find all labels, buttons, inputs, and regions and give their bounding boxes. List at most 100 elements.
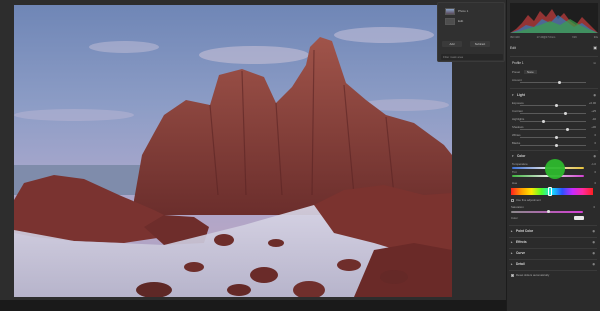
chevron-right-icon: ▸ <box>511 240 513 244</box>
browse-profiles-icon[interactable]: ⊞ <box>593 61 596 65</box>
eye-icon[interactable]: ◉ <box>592 262 595 266</box>
whites-slider[interactable]: Whites 0 <box>512 133 596 139</box>
slider-value[interactable]: 0 <box>594 181 596 185</box>
profile-title: Profile 1 <box>512 61 524 65</box>
fine-adjust-checkbox[interactable] <box>511 199 514 202</box>
slider-track <box>520 104 586 106</box>
eye-icon[interactable]: ◉ <box>592 240 595 244</box>
iso-value: ISO 100 <box>510 36 520 39</box>
slider-value[interactable]: 0 <box>594 133 596 137</box>
section-title: Effects <box>516 240 527 244</box>
slider-knob[interactable] <box>555 103 558 107</box>
mask-filter-field[interactable]: Filter mask area <box>441 54 503 60</box>
photo-preview[interactable] <box>14 5 452 297</box>
point-color-section-header[interactable]: ▸ Point Color ◉ <box>511 229 595 235</box>
add-mask-button[interactable]: Add <box>442 41 462 47</box>
slider-value[interactable]: -1.0 <box>591 162 596 166</box>
slider-track <box>520 128 586 130</box>
hue-selector[interactable] <box>548 187 552 196</box>
masks-panel[interactable]: Photo 1 Edit Add Subtract Filter mask ar… <box>437 2 505 62</box>
mask-toggle-icon[interactable]: ▣ <box>593 45 597 50</box>
chevron-right-icon: ▸ <box>511 251 513 255</box>
divider <box>509 248 597 249</box>
slider-track <box>520 81 586 83</box>
slider-label: Temperature <box>512 162 528 166</box>
saturation-knob[interactable] <box>547 209 550 213</box>
chevron-down-icon: ▾ <box>512 154 514 158</box>
divider <box>509 270 597 271</box>
preset-dropdown[interactable]: None <box>524 70 537 74</box>
eye-icon[interactable]: ◉ <box>592 251 595 255</box>
slider-label: Tint <box>512 170 517 174</box>
edit-title: Edit <box>510 46 516 50</box>
section-title: Curve <box>516 251 526 255</box>
chevron-right-icon: ▸ <box>511 262 513 266</box>
reset-sliders-checkbox[interactable] <box>511 274 514 277</box>
eye-icon[interactable]: ◉ <box>593 93 596 97</box>
blacks-slider[interactable]: Blacks 0 <box>512 141 596 147</box>
eye-icon[interactable]: ◉ <box>592 229 595 233</box>
slider-knob[interactable] <box>555 143 558 147</box>
divider <box>510 88 598 89</box>
slider-label: Saturation <box>511 205 524 209</box>
highlights-slider[interactable]: Highlights -40 <box>512 117 596 123</box>
mask-row-label: Photo 1 <box>458 9 469 13</box>
hue-row[interactable]: Hue 0 <box>512 181 596 186</box>
slider-value[interactable]: 0 <box>594 170 596 174</box>
hue-spectrum[interactable] <box>511 188 593 195</box>
section-title: Detail <box>516 262 525 266</box>
slider-knob[interactable] <box>564 111 567 115</box>
slider-track <box>520 136 586 138</box>
color-label: Color <box>511 216 518 220</box>
slider-value[interactable]: +25 <box>591 109 596 113</box>
fine-adjust-label: Use fine adjustment <box>516 198 541 202</box>
saturation-slider[interactable]: Saturation 0 <box>511 205 595 210</box>
color-title: Color <box>517 154 526 158</box>
light-title: Light <box>517 93 525 97</box>
contrast-slider[interactable]: Contrast +25 <box>512 109 596 115</box>
slider-knob[interactable] <box>542 119 545 123</box>
amount-slider[interactable]: Amount <box>512 78 596 84</box>
slider-label: Blacks <box>512 141 521 145</box>
detail-section-header[interactable]: ▸ Detail ◉ <box>511 262 595 268</box>
exposure-slider[interactable]: Exposure +0.00 <box>512 101 596 107</box>
mask-row-label: Edit <box>458 19 464 23</box>
slider-knob[interactable] <box>555 135 558 139</box>
slider-value[interactable]: +0.00 <box>589 101 596 105</box>
filmstrip-bar <box>0 300 506 311</box>
mask-thumbnail <box>445 18 455 25</box>
slider-value[interactable]: +30 <box>591 125 596 129</box>
slider-value[interactable]: -40 <box>592 117 596 121</box>
preset-label: Preset <box>512 70 521 74</box>
divider <box>509 225 597 226</box>
shadows-slider[interactable]: Shadows +30 <box>512 125 596 131</box>
slider-label: Hue <box>512 181 518 185</box>
slider-knob[interactable] <box>558 80 561 84</box>
slider-value[interactable]: 0 <box>593 205 595 209</box>
mask-row-photo[interactable]: Photo 1 <box>441 7 503 16</box>
mask-thumbnail <box>445 8 455 15</box>
lens-value: 17-40@17.0mm <box>536 36 556 39</box>
slider-track <box>520 144 586 146</box>
reset-sliders-label: Reset sliders automatically <box>516 273 550 277</box>
light-section-header[interactable]: ▾ Light ◉ <box>512 93 596 99</box>
image-canvas[interactable]: Photo 1 Edit Add Subtract Filter mask ar… <box>0 0 506 311</box>
effects-section-header[interactable]: ▸ Effects ◉ <box>511 240 595 246</box>
landscape-photo <box>14 5 452 297</box>
eye-icon[interactable]: ◉ <box>593 154 596 158</box>
shutter-value: 30s <box>593 36 598 39</box>
chevron-down-icon: ▾ <box>512 93 514 97</box>
divider <box>509 259 597 260</box>
edit-header: Edit ▣ <box>510 45 598 54</box>
slider-track <box>520 112 586 114</box>
subtract-mask-button[interactable]: Subtract <box>470 41 490 47</box>
mask-row-edit[interactable]: Edit <box>441 17 503 26</box>
click-indicator <box>545 159 565 179</box>
divider <box>510 56 598 57</box>
color-swatch[interactable] <box>574 216 584 220</box>
slider-value[interactable]: 0 <box>594 141 596 145</box>
curve-section-header[interactable]: ▸ Curve ◉ <box>511 251 595 257</box>
slider-knob[interactable] <box>566 127 569 131</box>
preset-row[interactable]: Preset None <box>512 70 596 75</box>
divider <box>510 150 598 151</box>
